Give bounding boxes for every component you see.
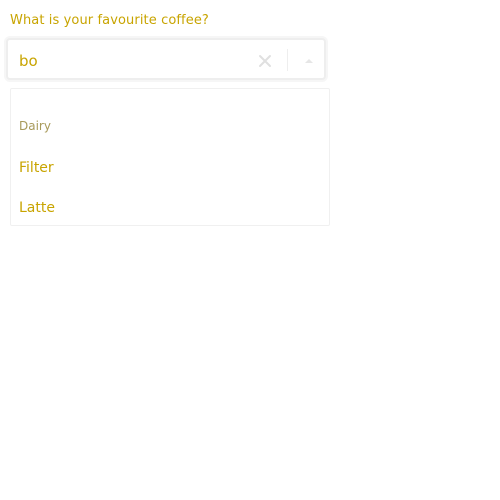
close-icon (259, 55, 271, 67)
menu-option-label: Filter (19, 160, 54, 176)
triangle-up-icon (305, 59, 313, 63)
clear-button[interactable] (256, 52, 274, 70)
menu-option-filter[interactable]: Filter (11, 153, 329, 183)
options-menu: Dairy Filter Latte (10, 88, 330, 226)
menu-option-label: Latte (19, 200, 55, 216)
dropdown-toggle-button[interactable] (300, 52, 318, 70)
option-group-label: Dairy (19, 119, 51, 133)
combobox-input-value[interactable]: bo (19, 52, 38, 70)
combobox-divider (287, 49, 288, 71)
question-label: What is your favourite coffee? (10, 13, 209, 28)
menu-option-latte[interactable]: Latte (11, 193, 329, 223)
coffee-combobox[interactable]: bo (6, 38, 326, 80)
